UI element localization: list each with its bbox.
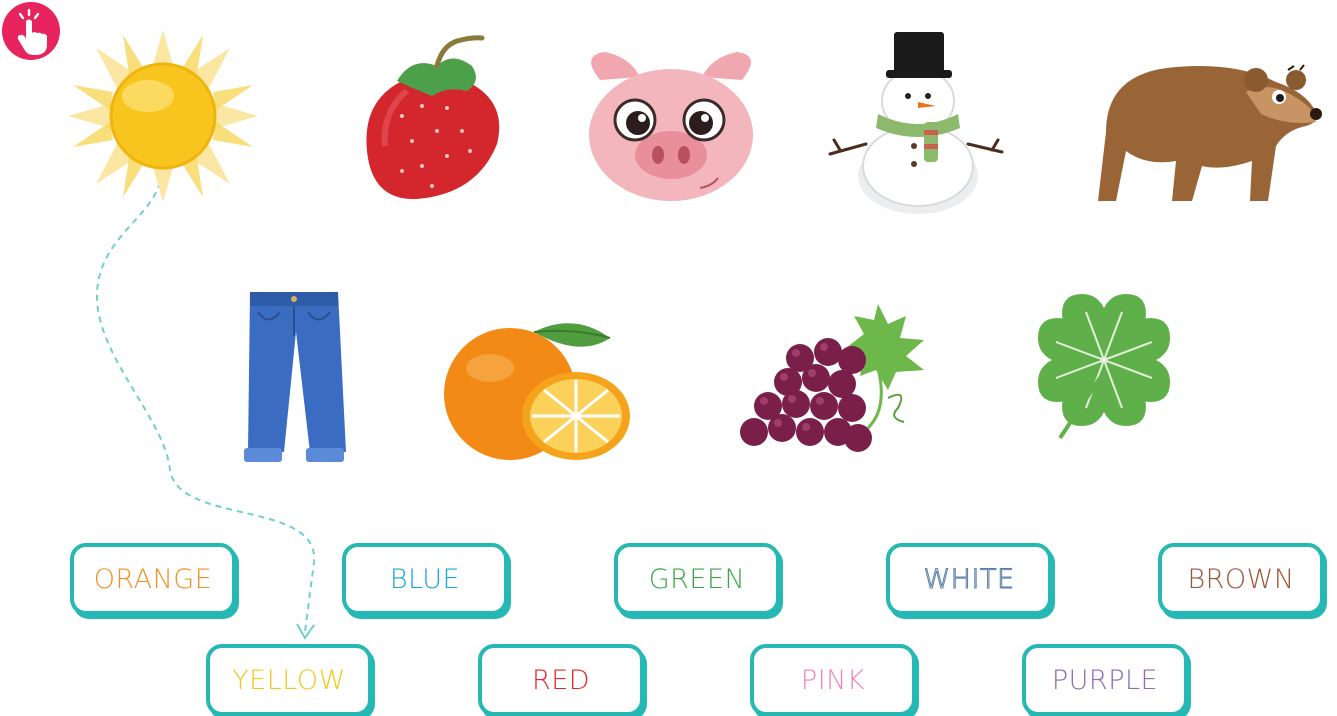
bear-picture[interactable] (1096, 52, 1322, 208)
clover-picture[interactable] (1026, 282, 1182, 442)
word-label-white: WHITE (923, 563, 1015, 595)
word-label-orange: ORANGE (93, 563, 213, 595)
bear-icon (1098, 64, 1322, 201)
word-tile-purple[interactable]: PURPLE (1022, 644, 1188, 716)
word-tile-orange[interactable]: ORANGE (70, 543, 236, 615)
word-label-red: RED (531, 664, 591, 696)
grapes-picture[interactable] (738, 298, 952, 462)
word-tile-red[interactable]: RED (478, 644, 644, 716)
word-label-pink: PINK (800, 664, 866, 696)
snowman-picture[interactable] (826, 26, 1006, 214)
word-tile-brown[interactable]: BROWN (1158, 543, 1324, 615)
word-tile-green[interactable]: GREEN (614, 543, 780, 615)
orange-picture[interactable] (440, 318, 632, 462)
word-tile-blue[interactable]: BLUE (342, 543, 508, 615)
tap-instruction-icon[interactable] (2, 2, 60, 60)
word-tile-white[interactable]: WHITE (886, 543, 1052, 615)
word-label-green: GREEN (648, 563, 746, 595)
word-tile-yellow[interactable]: YELLOW (206, 644, 372, 716)
word-label-brown: BROWN (1187, 563, 1295, 595)
strawberry-icon (366, 35, 500, 200)
snowman-icon (828, 32, 1004, 214)
orange-fruit-icon (444, 323, 630, 460)
pig-face-icon (589, 52, 753, 201)
jeans-icon (244, 292, 346, 462)
sun-picture[interactable] (68, 30, 258, 202)
word-label-purple: PURPLE (1051, 664, 1159, 696)
word-label-yellow: YELLOW (232, 664, 346, 696)
word-tile-pink[interactable]: PINK (750, 644, 916, 716)
jeans-picture[interactable] (240, 288, 348, 464)
grapes-icon (740, 304, 924, 452)
four-leaf-clover-icon (1038, 294, 1170, 440)
word-label-blue: BLUE (389, 563, 461, 595)
pig-picture[interactable] (580, 50, 762, 204)
sun-icon (68, 30, 258, 202)
strawberry-picture[interactable] (362, 35, 502, 204)
